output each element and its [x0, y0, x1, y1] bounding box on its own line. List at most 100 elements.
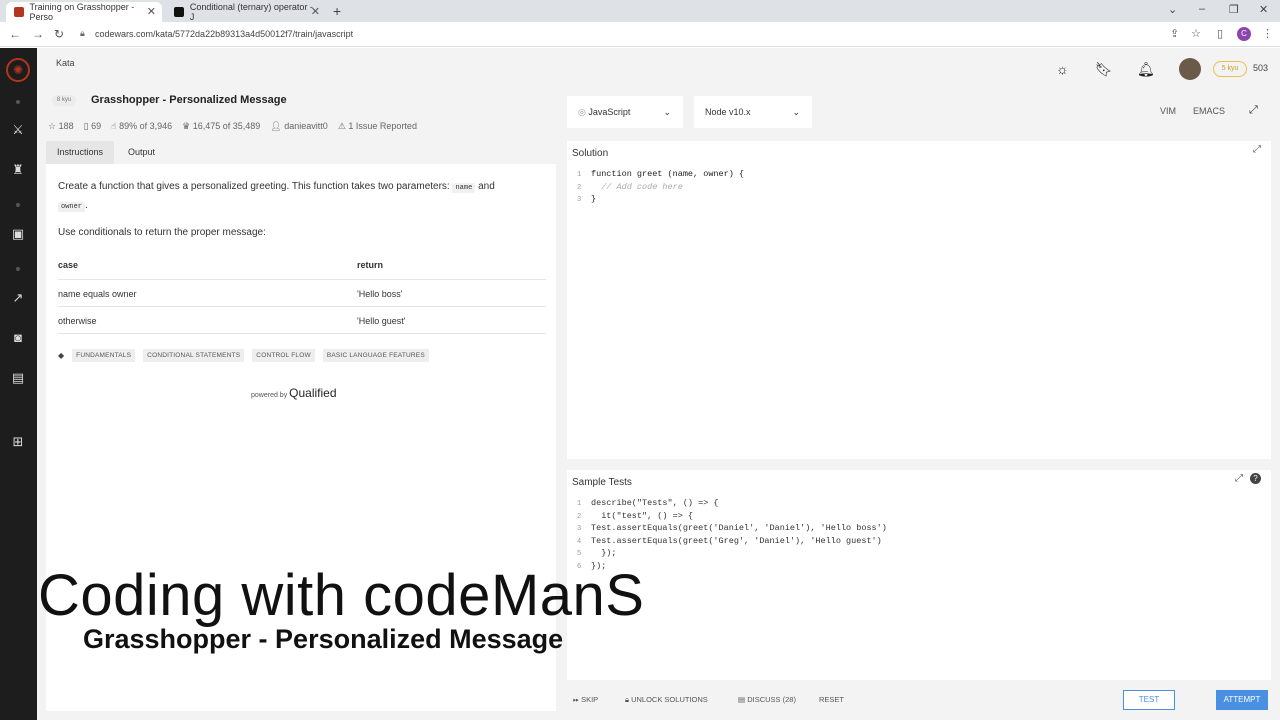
- star-icon: ☆: [48, 121, 57, 131]
- discuss-label: DISCUSS (28): [747, 695, 796, 704]
- column-header: case: [58, 260, 79, 270]
- expand-icon[interactable]: ⤢: [1235, 473, 1243, 484]
- code-line: Test.assertEquals(greet('Daniel', 'Danie…: [591, 523, 887, 533]
- rank-badge: 5 kyu: [1213, 61, 1247, 77]
- honor-count: 503: [1253, 63, 1269, 73]
- page-title: Grasshopper - Personalized Message: [91, 94, 287, 106]
- tag[interactable]: BASIC LANGUAGE FEATURES: [322, 349, 429, 362]
- discuss-button[interactable]: ▤ DISCUSS (28): [738, 695, 796, 704]
- powered-prefix: powered by: [251, 392, 288, 399]
- skip-button[interactable]: ⏩︎ SKIP: [573, 695, 598, 705]
- discord-icon[interactable]: ◙: [9, 329, 27, 347]
- warning-icon: ⚠: [337, 121, 346, 131]
- tab-title: Training on Grasshopper - Perso: [29, 2, 135, 22]
- table-cell: 'Hello guest': [357, 316, 406, 326]
- issues-stat[interactable]: ⚠ 1 Issue Reported: [338, 121, 417, 132]
- code-line: });: [591, 548, 617, 558]
- close-icon[interactable]: ✕: [311, 5, 320, 18]
- satisfaction-stat: ☝ 89% of 3,946: [111, 121, 172, 132]
- forward-icon[interactable]: →: [32, 27, 44, 41]
- practice-icon[interactable]: ♜: [9, 161, 27, 179]
- profile-avatar[interactable]: C: [1237, 27, 1251, 41]
- breadcrumb[interactable]: Kata: [56, 58, 75, 68]
- side-panel-icon[interactable]: ▯: [1217, 27, 1223, 40]
- close-icon[interactable]: ✕: [147, 5, 156, 18]
- description-paragraph: Use conditionals to return the proper me…: [58, 227, 266, 238]
- powered-by[interactable]: powered by Qualified: [251, 386, 337, 400]
- codewars-favicon-icon: [14, 7, 24, 17]
- author-stat[interactable]: 👤︎ danieavitt0: [270, 121, 328, 132]
- bookmark-icon[interactable]: 🔖︎: [1095, 61, 1113, 78]
- minimize-icon[interactable]: –: [1199, 3, 1205, 15]
- training-icon[interactable]: ⚔: [9, 121, 27, 139]
- help-icon[interactable]: ?: [1250, 473, 1261, 484]
- attempt-button[interactable]: ATTEMPT: [1216, 690, 1268, 710]
- vim-mode-button[interactable]: VIM: [1160, 106, 1176, 116]
- inline-code: name: [452, 183, 476, 193]
- thumb-icon: ☝: [111, 121, 117, 131]
- notifications-bell-icon[interactable]: 🔔︎: [1137, 61, 1155, 78]
- reset-button[interactable]: RESET: [819, 695, 844, 704]
- jobs-briefcase-icon[interactable]: ▣: [9, 225, 27, 243]
- table-cell: 'Hello boss': [357, 289, 403, 299]
- user-avatar[interactable]: [1179, 58, 1201, 80]
- window-close-icon[interactable]: ✕: [1259, 3, 1268, 16]
- completed-stat: ♛ 16,475 of 35,489: [182, 121, 260, 132]
- unlock-solutions-button[interactable]: 🔒︎ UNLOCK SOLUTIONS: [625, 695, 708, 705]
- sidebar-divider: [16, 203, 20, 207]
- column-header: return: [357, 260, 384, 270]
- lock-icon[interactable]: 🔒︎: [80, 28, 85, 39]
- stars-count: 188: [58, 121, 74, 131]
- kyu-badge: 8 kyu: [52, 95, 76, 106]
- test-button[interactable]: TEST: [1123, 690, 1175, 710]
- votes-count: 69: [91, 121, 102, 131]
- tag[interactable]: CONTROL FLOW: [252, 349, 315, 362]
- crown-icon: ♛: [182, 121, 191, 131]
- line-number: 2: [577, 183, 582, 192]
- tab-search-icon[interactable]: ⌄: [1168, 3, 1177, 16]
- line-number: 3: [577, 196, 582, 204]
- desc-text: Create a function that gives a personali…: [58, 181, 450, 192]
- stars-stat[interactable]: ☆ 188: [48, 121, 74, 132]
- user-icon: 👤︎: [270, 121, 282, 131]
- kata-stats: ☆ 188 ▯ 69 ☝ 89% of 3,946 ♛ 16,475 of 35…: [48, 121, 417, 132]
- reload-icon[interactable]: ↻: [54, 27, 64, 41]
- browser-tab-codewars[interactable]: Training on Grasshopper - Perso ✕: [6, 2, 162, 22]
- chat-icon[interactable]: ▤: [9, 369, 27, 387]
- codewars-sidebar: ✺ ⚔ ♜ ▣ ↗ ◙ ▤ ⊞: [0, 48, 37, 720]
- fullscreen-icon[interactable]: ⤢: [1249, 104, 1258, 117]
- url-field[interactable]: codewars.com/kata/5772da22b89313a4d50012…: [95, 29, 353, 39]
- solution-editor[interactable]: 1 function greet (name, owner) { 2 // Add…: [577, 169, 744, 207]
- maximize-icon[interactable]: ❐: [1229, 3, 1239, 16]
- theme-sun-icon[interactable]: ☼: [1056, 61, 1069, 77]
- lock-icon: 🔒︎: [625, 695, 629, 704]
- runtime-select[interactable]: Node v10.x ⌄: [694, 96, 812, 128]
- votes-stat[interactable]: ▯ 69: [84, 121, 101, 132]
- bookmark-star-icon[interactable]: ☆: [1191, 27, 1201, 40]
- tab-instructions[interactable]: Instructions: [46, 141, 115, 164]
- code-line: // Add code here: [591, 181, 683, 192]
- codewars-logo-icon[interactable]: ✺: [6, 58, 30, 82]
- expand-icon[interactable]: ⤢: [1253, 144, 1261, 155]
- completed-value: 16,475 of 35,489: [192, 121, 261, 131]
- line-number: 1: [577, 171, 582, 179]
- share-icon[interactable]: ⇪: [1170, 27, 1179, 40]
- mdn-favicon-icon: [174, 7, 184, 17]
- browser-tab-mdn[interactable]: Conditional (ternary) operator - J ✕: [166, 2, 326, 22]
- emacs-mode-button[interactable]: EMACS: [1193, 106, 1225, 116]
- comments-icon: ▤: [738, 695, 746, 704]
- unlock-label: UNLOCK SOLUTIONS: [631, 695, 708, 704]
- overlay-subtitle: Grasshopper - Personalized Message: [83, 624, 564, 654]
- tag[interactable]: FUNDAMENTALS: [72, 349, 136, 362]
- language-select[interactable]: ◎ JavaScript ⌄: [567, 96, 683, 128]
- docs-book-icon[interactable]: ⊞: [9, 433, 27, 451]
- tag[interactable]: CONDITIONAL STATEMENTS: [143, 349, 245, 362]
- back-icon[interactable]: ←: [9, 27, 21, 41]
- new-tab-icon[interactable]: +: [333, 3, 341, 19]
- instruction-tabs: Instructions Output: [46, 141, 556, 164]
- desc-text: and: [478, 181, 495, 192]
- tab-output[interactable]: Output: [117, 141, 166, 164]
- language-value: JavaScript: [588, 107, 631, 117]
- leaderboard-trend-icon[interactable]: ↗: [9, 289, 27, 307]
- menu-dots-icon[interactable]: ⋮: [1262, 27, 1273, 40]
